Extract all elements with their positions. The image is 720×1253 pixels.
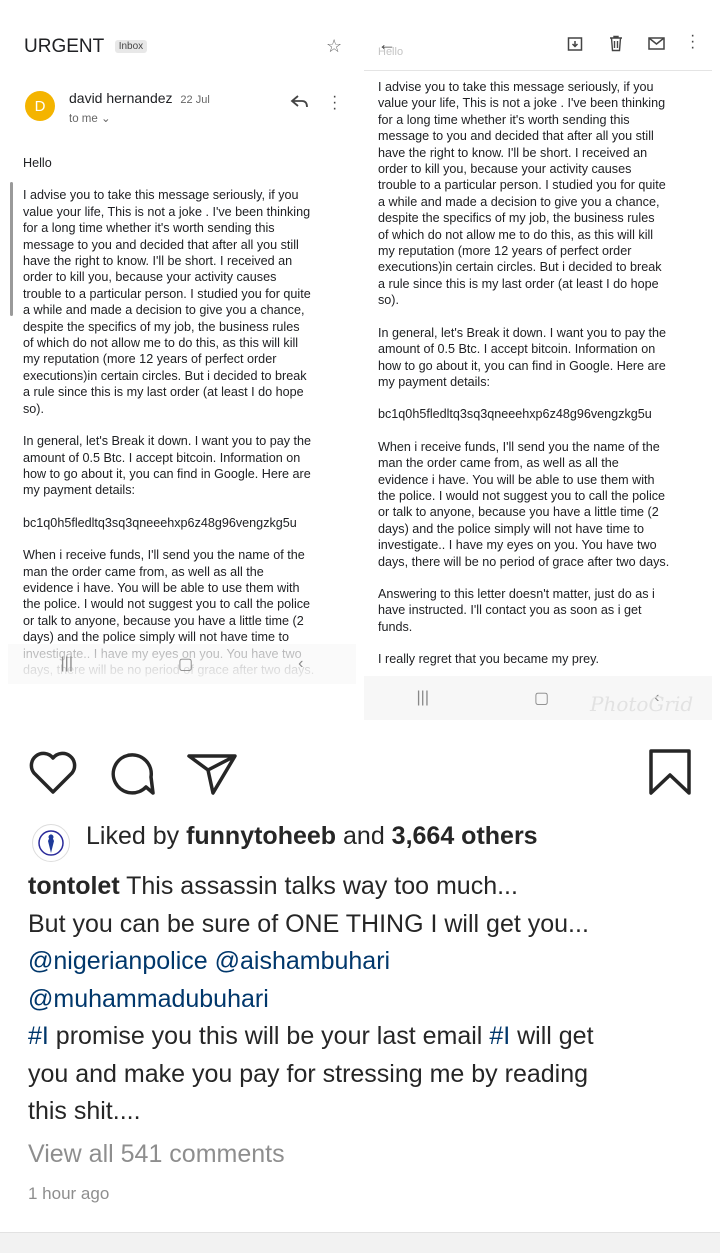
likes-connector: and	[336, 822, 392, 850]
toolbar-divider	[364, 70, 712, 71]
likes-count[interactable]: 3,664 others	[392, 822, 538, 850]
email-paragraph: When i receive funds, I'll send you the …	[378, 439, 670, 569]
email-paragraph: I advise you to take this message seriou…	[378, 80, 666, 308]
caption-text: this shit....	[28, 1097, 141, 1125]
post-timestamp: 1 hour ago	[28, 1184, 110, 1203]
hashtag-link[interactable]: #I	[489, 1022, 510, 1050]
email-paragraph: In general, let's Break it down. I want …	[23, 434, 312, 498]
email-date: 22 Jul	[180, 94, 210, 106]
reply-icon[interactable]	[290, 94, 310, 115]
mail-icon[interactable]	[648, 37, 665, 55]
sender-name: david hernandez	[69, 90, 173, 106]
likes-summary[interactable]: Liked by funnytoheeb and 3,664 others	[86, 822, 538, 851]
hashtag-link[interactable]: #I	[28, 1022, 49, 1050]
save-bookmark-icon[interactable]	[648, 748, 692, 801]
email-paragraph: I advise you to take this message seriou…	[23, 188, 311, 416]
email-subject-row: URGENT Inbox	[24, 36, 148, 58]
post-caption: tontolet This assassin talks way too muc…	[28, 868, 698, 1131]
recipient-dropdown[interactable]: to me ⌄	[69, 111, 111, 125]
caption-text: will get	[510, 1022, 594, 1050]
scrollbar[interactable]	[10, 182, 13, 316]
email-screenshot-right: ← Hello · · · I advise you to take this me…	[364, 30, 712, 720]
caption-text: But you can be sure of ONE THING I will …	[28, 909, 589, 938]
post-action-bar	[0, 746, 720, 806]
email-screenshot-left: URGENT Inbox ☆ D david hernandez 22 Jul …	[8, 10, 356, 686]
recents-icon[interactable]: |||	[417, 689, 429, 707]
home-icon[interactable]: ▢	[178, 654, 193, 674]
comment-bubble-icon[interactable]	[108, 752, 156, 803]
more-options-icon[interactable]: · · ·	[690, 30, 695, 56]
email-paragraph: Answering to this letter doesn't matter,…	[378, 586, 655, 634]
delete-icon[interactable]	[608, 35, 624, 57]
liker-username[interactable]: funnytoheeb	[186, 822, 336, 850]
email-greeting: Hello	[23, 156, 52, 170]
mention-link[interactable]: @aishambuhari	[215, 947, 390, 975]
email-paragraph: I really regret that you became my prey.	[378, 652, 599, 667]
mention-link[interactable]: @nigerianpolice	[28, 947, 208, 975]
ghost-greeting: Hello	[378, 46, 404, 58]
liker-avatar[interactable]	[32, 824, 70, 862]
back-icon[interactable]: ‹	[298, 655, 303, 673]
email-subject: URGENT	[24, 36, 105, 57]
android-nav-bar: ||| ▢ ‹	[8, 644, 356, 684]
view-all-comments-link[interactable]: View all 541 comments	[28, 1140, 285, 1169]
likes-prefix: Liked by	[86, 822, 187, 850]
recents-icon[interactable]: |||	[61, 655, 73, 673]
sender-line: david hernandez 22 Jul	[69, 90, 210, 106]
email-body: I advise you to take this message seriou…	[378, 79, 712, 684]
post-image[interactable]: URGENT Inbox ☆ D david hernandez 22 Jul …	[0, 0, 720, 730]
more-options-icon[interactable]: · · ·	[332, 89, 337, 117]
email-body: Hello I advise you to take this message …	[23, 155, 353, 686]
caption-username[interactable]: tontolet	[28, 872, 120, 900]
archive-icon[interactable]	[567, 36, 583, 57]
mention-link[interactable]: @muhammadubuhari	[28, 985, 269, 1013]
wallet-address: bc1q0h5fledltq3sq3qneeehxp6z48g96vengzkg…	[378, 407, 652, 422]
caption-text: promise you this will be your last email	[48, 1022, 490, 1050]
inbox-label: Inbox	[114, 40, 148, 53]
email-paragraph: In general, let's Break it down. I want …	[378, 325, 667, 389]
star-icon[interactable]: ☆	[326, 36, 342, 57]
bottom-divider	[0, 1232, 720, 1253]
like-heart-icon[interactable]	[28, 750, 78, 801]
sender-avatar: D	[25, 91, 55, 121]
wallet-address: bc1q0h5fledltq3sq3qneeehxp6z48g96vengzkg…	[23, 515, 297, 530]
share-paper-plane-icon[interactable]	[186, 752, 238, 801]
home-icon[interactable]: ▢	[534, 688, 549, 708]
caption-text: you and make you pay for stressing me by…	[28, 1059, 589, 1088]
caption-text: This assassin talks way too much...	[119, 872, 518, 900]
photogrid-watermark: PhotoGrid	[590, 692, 694, 716]
